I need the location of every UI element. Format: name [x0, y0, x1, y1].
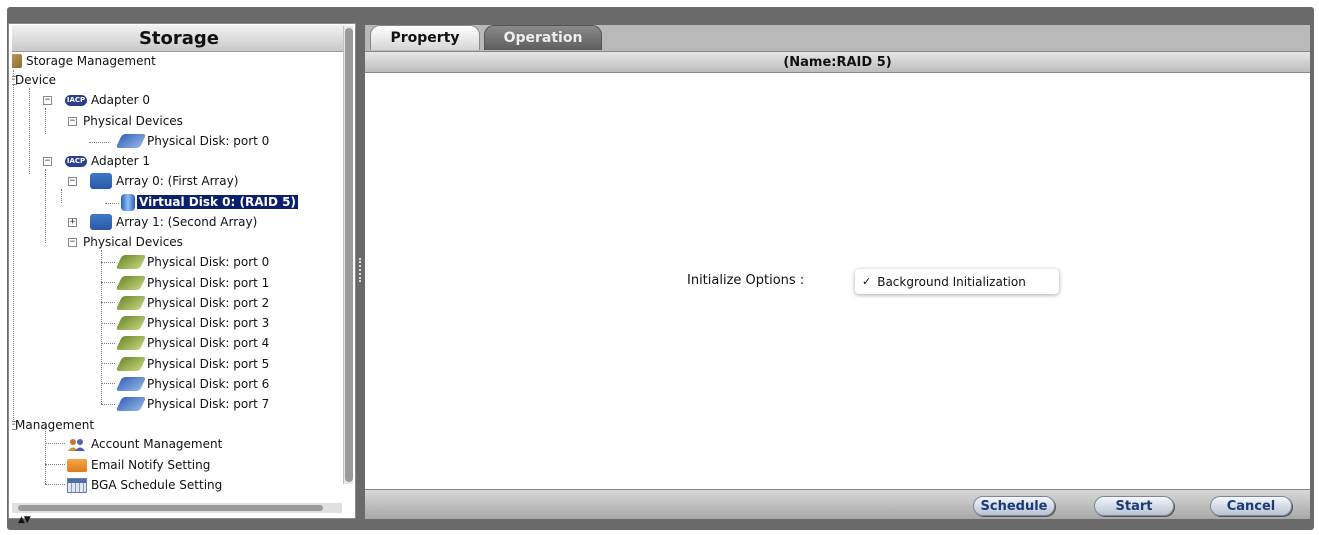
storage-management-icon — [12, 54, 22, 68]
schedule-button[interactable]: Schedule — [973, 496, 1055, 516]
adapter-icon: IACP — [65, 155, 87, 167]
virtual-disk-icon — [121, 193, 135, 211]
array-icon — [90, 173, 112, 189]
tree-node-storage-management[interactable]: Storage Management — [12, 52, 158, 70]
tree-vertical-scroll-thumb[interactable] — [345, 28, 353, 482]
adapter-icon: IACP — [65, 94, 87, 106]
storage-panel-title: Storage — [138, 27, 220, 49]
tree-node-adapter0-physical-devices[interactable]: Physical Devices — [81, 112, 185, 130]
tree-node-virtual-disk-0[interactable]: Virtual Disk 0: (RAID 5) — [121, 193, 298, 211]
storage-tree: Storage Management − Device − IACP Adapt… — [12, 52, 342, 499]
collapse-adapter0-devices-toggle[interactable]: − — [68, 117, 77, 126]
tree-node-disk-port-0[interactable]: Physical Disk: port 0 — [115, 253, 271, 271]
collapse-adapter1-toggle[interactable]: − — [43, 157, 52, 166]
tree-node-management[interactable]: Management — [13, 416, 96, 434]
start-button[interactable]: Start — [1094, 496, 1174, 516]
collapse-adapter0-toggle[interactable]: − — [43, 96, 52, 105]
tree-node-disk-port-3[interactable]: Physical Disk: port 3 — [115, 314, 271, 332]
tree-node-disk-port-6[interactable]: Physical Disk: port 6 — [115, 375, 271, 393]
hard-disk-icon — [115, 255, 147, 269]
selected-item-name: (Name:RAID 5) — [365, 51, 1310, 73]
tree-horizontal-scrollbar[interactable] — [12, 503, 342, 513]
tree-node-adapter-1[interactable]: IACP Adapter 1 — [65, 152, 152, 170]
tree-node-disk-port-5[interactable]: Physical Disk: port 5 — [115, 355, 271, 373]
panel-collapse-arrows-icon[interactable]: ▲▼ — [18, 515, 31, 525]
tree-node-email-notify-setting[interactable]: Email Notify Setting — [67, 456, 212, 474]
users-icon — [67, 438, 87, 451]
hard-disk-icon — [115, 397, 147, 411]
tree-node-bga-schedule-setting[interactable]: BGA Schedule Setting — [67, 476, 224, 494]
hard-disk-icon — [115, 357, 147, 371]
expand-array1-toggle[interactable]: + — [68, 218, 77, 227]
hard-disk-icon — [115, 377, 147, 391]
tree-node-disk-port-7[interactable]: Physical Disk: port 7 — [115, 395, 271, 413]
tree-node-disk-port-4[interactable]: Physical Disk: port 4 — [115, 334, 271, 352]
initialize-options-dropdown[interactable]: ✓ Background Initialization — [855, 269, 1059, 294]
tree-node-device[interactable]: Device — [13, 71, 58, 89]
check-icon: ✓ — [862, 275, 872, 288]
array-icon — [90, 214, 112, 230]
hard-disk-icon — [115, 296, 147, 310]
calendar-icon — [67, 477, 87, 493]
collapse-adapter1-devices-toggle[interactable]: − — [68, 238, 77, 247]
tree-node-account-management[interactable]: Account Management — [67, 435, 224, 453]
storage-panel-header: Storage — [12, 25, 346, 52]
tree-node-disk-port-2[interactable]: Physical Disk: port 2 — [115, 294, 271, 312]
tab-operation[interactable]: Operation — [484, 25, 602, 50]
tree-vertical-scrollbar[interactable] — [343, 26, 353, 484]
tree-node-adapter0-disk-port-0[interactable]: Physical Disk: port 0 — [115, 132, 271, 150]
initialize-options-label: Initialize Options : — [687, 273, 805, 288]
tree-node-disk-port-1[interactable]: Physical Disk: port 1 — [115, 274, 271, 292]
collapse-array0-toggle[interactable]: − — [68, 177, 77, 186]
selected-tree-label: Virtual Disk 0: (RAID 5) — [137, 195, 298, 209]
cancel-button[interactable]: Cancel — [1210, 496, 1292, 516]
tree-horizontal-scroll-thumb[interactable] — [18, 505, 323, 511]
hard-disk-icon — [115, 276, 147, 290]
operation-content-area — [365, 73, 1310, 489]
initialize-option-value: Background Initialization — [877, 274, 1026, 289]
hard-disk-icon — [115, 336, 147, 350]
tree-node-array-0[interactable]: Array 0: (First Array) — [90, 172, 240, 190]
splitter-grip-icon[interactable] — [359, 258, 361, 282]
tab-property[interactable]: Property — [370, 25, 480, 50]
tree-node-array-1[interactable]: Array 1: (Second Array) — [90, 213, 259, 231]
hard-disk-icon — [115, 134, 147, 148]
hard-disk-icon — [115, 316, 147, 330]
envelope-icon — [67, 458, 87, 472]
tree-node-adapter-0[interactable]: IACP Adapter 0 — [65, 91, 152, 109]
tree-node-adapter1-physical-devices[interactable]: Physical Devices — [81, 233, 185, 251]
